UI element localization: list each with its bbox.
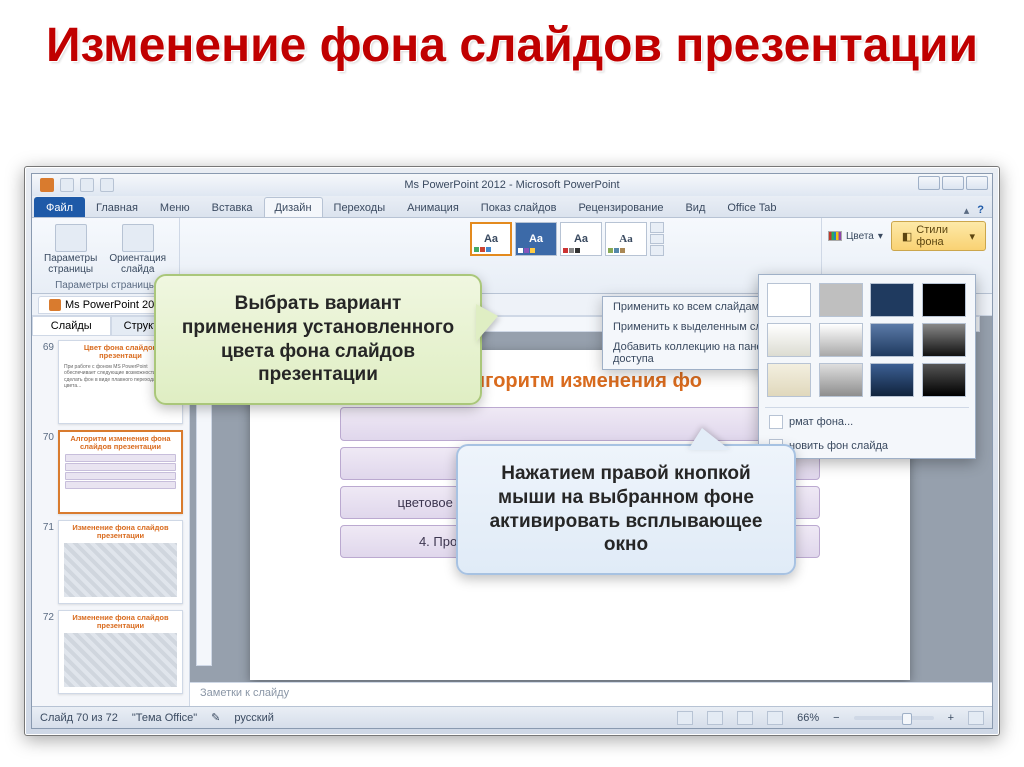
help-icon[interactable]: ? [977, 204, 984, 217]
theme-thumb[interactable]: Aa [560, 222, 602, 256]
ribbon-tabs: Файл Главная Меню Вставка Дизайн Переход… [32, 196, 992, 218]
page-setup-button[interactable]: Параметры страницы [40, 222, 101, 277]
app-icon [40, 178, 54, 192]
presentation-icon [49, 299, 61, 311]
tab-view[interactable]: Вид [674, 197, 716, 217]
title-bar: Ms PowerPoint 2012 - Microsoft PowerPoin… [32, 174, 992, 196]
qat-undo-icon[interactable] [80, 178, 94, 192]
callout-green: Выбрать вариант применения установленног… [154, 274, 482, 405]
tab-insert[interactable]: Вставка [201, 197, 264, 217]
quick-access-toolbar [32, 178, 122, 192]
bg-swatch[interactable] [819, 283, 863, 317]
tab-officetab[interactable]: Office Tab [716, 197, 787, 217]
tab-file[interactable]: Файл [34, 197, 85, 217]
view-sorter-icon[interactable] [707, 711, 723, 725]
close-button[interactable] [966, 176, 988, 190]
bg-swatch[interactable] [870, 363, 914, 397]
bg-swatch[interactable] [870, 283, 914, 317]
document-tab-label: Ms PowerPoint 2012 [65, 299, 167, 311]
tab-slideshow[interactable]: Показ слайдов [470, 197, 568, 217]
bg-swatch[interactable] [767, 323, 811, 357]
algo-step [340, 407, 820, 441]
gallery-more-icon[interactable] [650, 245, 664, 256]
page-title: Изменение фона слайдов презентации [0, 0, 1024, 83]
tab-home[interactable]: Главная [85, 197, 149, 217]
theme-gallery[interactable]: Aa Aa Aa Aa [468, 222, 813, 256]
theme-thumb[interactable]: Aa [605, 222, 647, 256]
tab-transitions[interactable]: Переходы [323, 197, 397, 217]
bg-swatch[interactable] [819, 363, 863, 397]
bg-swatch[interactable] [870, 323, 914, 357]
slide-counter: Слайд 70 из 72 [40, 712, 118, 724]
format-background-item[interactable]: рмат фона... [759, 410, 975, 434]
slide-thumb[interactable]: 70 Алгоритм изменения фона слайдов презе… [38, 430, 183, 514]
status-bar: Слайд 70 из 72 "Тема Office" ✎ русский 6… [32, 706, 992, 728]
theme-thumb[interactable]: Aa [515, 222, 557, 256]
view-reading-icon[interactable] [737, 711, 753, 725]
slides-tab[interactable]: Слайды [32, 316, 111, 336]
colors-dropdown[interactable]: Цвета▾ [828, 221, 883, 251]
tab-review[interactable]: Рецензирование [568, 197, 675, 217]
gallery-up-icon[interactable] [650, 222, 664, 233]
group-page-setup: Параметры страницы [40, 278, 171, 291]
notes-pane[interactable]: Заметки к слайду [190, 682, 992, 706]
slide-thumb[interactable]: 71 Изменение фона слайдов презентации [38, 520, 183, 604]
tab-design[interactable]: Дизайн [264, 197, 323, 217]
spellcheck-icon[interactable]: ✎ [211, 711, 220, 724]
gallery-down-icon[interactable] [650, 234, 664, 245]
slide-orientation-button[interactable]: Ориентация слайда [105, 222, 170, 277]
background-styles-button[interactable]: ◧Стили фона▾ [891, 221, 986, 251]
maximize-button[interactable] [942, 176, 964, 190]
theme-name: "Тема Office" [132, 712, 197, 724]
bg-swatch[interactable] [922, 323, 966, 357]
zoom-in-icon[interactable]: + [948, 712, 954, 724]
theme-thumb[interactable]: Aa [470, 222, 512, 256]
slide-thumb[interactable]: 72 Изменение фона слайдов презентации [38, 610, 183, 694]
bg-swatch[interactable] [922, 363, 966, 397]
tab-menu[interactable]: Меню [149, 197, 201, 217]
bg-swatch[interactable] [922, 283, 966, 317]
bg-swatch[interactable] [767, 283, 811, 317]
window-title: Ms PowerPoint 2012 - Microsoft PowerPoin… [404, 179, 619, 191]
language-status[interactable]: русский [234, 712, 273, 724]
qat-save-icon[interactable] [60, 178, 74, 192]
minimize-button[interactable] [918, 176, 940, 190]
background-styles-dropdown: рмат фона... новить фон слайда [758, 274, 976, 459]
bg-swatch[interactable] [767, 363, 811, 397]
tab-animation[interactable]: Анимация [396, 197, 470, 217]
zoom-label: 66% [797, 712, 819, 724]
fit-icon[interactable] [968, 711, 984, 725]
zoom-slider[interactable] [854, 716, 934, 720]
bg-swatch[interactable] [819, 323, 863, 357]
qat-redo-icon[interactable] [100, 178, 114, 192]
background-swatch-grid [759, 275, 975, 405]
callout-blue: Нажатием правой кнопкой мыши на выбранно… [456, 444, 796, 575]
view-normal-icon[interactable] [677, 711, 693, 725]
zoom-out-icon[interactable]: − [833, 712, 839, 724]
ribbon-min-icon[interactable]: ▴ [964, 204, 970, 217]
view-slideshow-icon[interactable] [767, 711, 783, 725]
